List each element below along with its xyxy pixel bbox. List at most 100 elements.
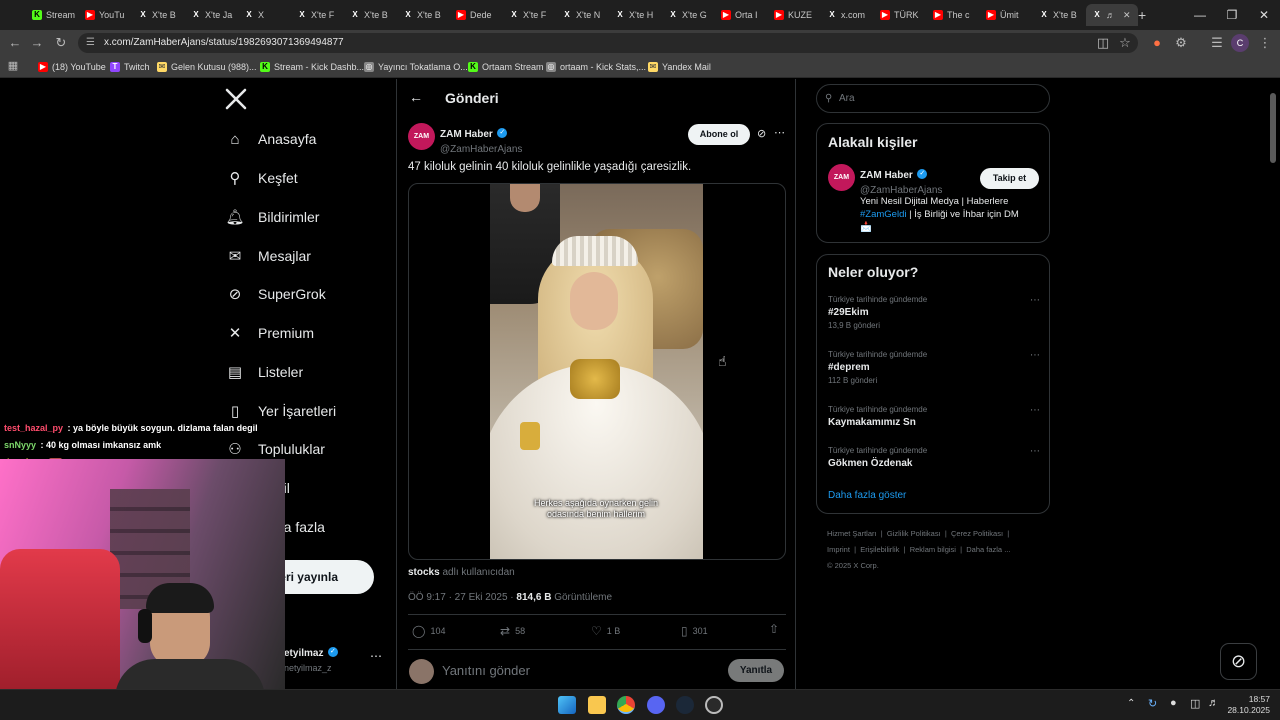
reply-button[interactable]: Yanıtla: [728, 659, 784, 682]
sidebar-item-anasayfa[interactable]: ⌂ Anasayfa: [226, 124, 316, 154]
account-more-icon[interactable]: ⋯: [370, 649, 382, 663]
close-tab-icon[interactable]: ✕: [1123, 10, 1131, 21]
share-icon[interactable]: ⇧: [769, 622, 779, 636]
footer-link[interactable]: Imprint: [827, 545, 850, 554]
browser-tab[interactable]: X X'te N: [556, 4, 608, 26]
sidebar-item-premium[interactable]: ✕ Premium: [226, 318, 314, 348]
discord-icon[interactable]: [647, 696, 665, 714]
footer-link[interactable]: Erişilebilirlik: [860, 545, 899, 554]
sidebar-item-yer-i̇şaretleri[interactable]: ▯ Yer İşaretleri: [226, 396, 336, 426]
trend-more-icon[interactable]: ⋯: [1030, 350, 1040, 361]
footer-link[interactable]: Hizmet Şartları: [827, 529, 877, 538]
browser-tab[interactable]: XX: [238, 4, 290, 26]
browser-tab[interactable]: ▶ YouTu: [79, 4, 131, 26]
trend-item[interactable]: Türkiye tarihinde gündemde #deprem 112 B g…: [828, 350, 1040, 385]
close-window-icon[interactable]: ✕: [1248, 0, 1280, 30]
sidebar-item-keşfet[interactable]: ⚲ Keşfet: [226, 163, 298, 193]
browser-tab[interactable]: K Stream: [26, 4, 78, 26]
trend-item[interactable]: Türkiye tarihinde gündemde Gökmen Özdenak…: [828, 446, 1040, 469]
trend-more-icon[interactable]: ⋯: [1030, 295, 1040, 306]
steam-icon[interactable]: [676, 696, 694, 714]
like-action[interactable]: ♡ 1 B: [591, 624, 620, 638]
browser-tab[interactable]: X X'te Ja: [185, 4, 237, 26]
post-video[interactable]: Herkes aşağıda oynarken gelin odasında b…: [408, 183, 786, 560]
browser-tab[interactable]: ▶ Ümit: [980, 4, 1032, 26]
sidebar-item-bildirimler[interactable]: 🔔︎ Bildirimler: [225, 202, 319, 232]
sidebar-item-listeler[interactable]: ▤ Listeler: [226, 357, 303, 387]
bookmark-action[interactable]: ▯ 301: [681, 624, 708, 638]
sidebar-item-supergrok[interactable]: ⊘ SuperGrok: [226, 279, 326, 309]
bookmark-item[interactable]: T Twitch: [110, 59, 150, 74]
extensions-icon[interactable]: ⚙: [1172, 34, 1190, 52]
minimize-icon[interactable]: —: [1184, 0, 1216, 30]
reading-list-icon[interactable]: ☰: [1208, 34, 1226, 52]
trend-item[interactable]: Türkiye tarihinde gündemde Kaymakamımız S…: [828, 405, 1040, 428]
reload-icon[interactable]: ↻: [52, 34, 70, 52]
address-bar[interactable]: ☰ x.com/ZamHaberAjans/status/19826930713…: [78, 33, 1138, 53]
back-icon[interactable]: ←: [6, 34, 24, 52]
post-timestamp[interactable]: ÖÖ 9:17 · 27 Eki 2025 ·: [408, 592, 514, 603]
bookmark-item[interactable]: ✉ Yandex Mail: [648, 59, 711, 74]
follow-button[interactable]: Takip et: [980, 168, 1039, 189]
bookmark-item[interactable]: ◎ Yayıncı Tokatlama O...: [364, 59, 468, 74]
bio-hashtag[interactable]: #ZamGeldi: [860, 209, 906, 220]
author-name[interactable]: ZAM Haber: [440, 129, 493, 140]
browser-tab[interactable]: ▶ TÜRK: [874, 4, 926, 26]
file-explorer-icon[interactable]: [588, 696, 606, 714]
browser-tab[interactable]: ▶ Orta I: [715, 4, 767, 26]
volume-icon[interactable]: ♬: [1208, 697, 1219, 709]
browser-tab[interactable]: X X'te B: [344, 4, 396, 26]
page-scrollbar[interactable]: [1270, 93, 1276, 163]
browser-tab[interactable]: ▶ The c: [927, 4, 979, 26]
new-tab-button[interactable]: +: [1138, 7, 1146, 23]
browser-tab[interactable]: Xx.com: [821, 4, 873, 26]
browser-tab[interactable]: X X'te G: [662, 4, 714, 26]
related-avatar[interactable]: ZAM: [828, 164, 855, 191]
grok-float-button[interactable]: ⊘: [1220, 643, 1257, 680]
account-switcher[interactable]: etyilmaz ✓ netyilmaz_z ⋯: [284, 643, 384, 673]
browser-tab[interactable]: X X'te F: [503, 4, 555, 26]
browser-tab-active[interactable]: X ♬ ✕: [1086, 4, 1138, 26]
browser-tab[interactable]: X X'te B: [132, 4, 184, 26]
related-name[interactable]: ZAM Haber: [860, 170, 913, 181]
audio-icon[interactable]: ♬: [1106, 10, 1115, 20]
browser-tab[interactable]: X X'te F: [291, 4, 343, 26]
search-input[interactable]: ⚲ Ara: [816, 84, 1050, 113]
x-logo-icon[interactable]: [224, 87, 248, 111]
reply-input[interactable]: Yanıtını gönder: [442, 663, 530, 678]
repost-action[interactable]: ⇄ 58: [500, 624, 525, 638]
sidebar-item-mesajlar[interactable]: ✉ Mesajlar: [226, 241, 311, 271]
footer-link[interactable]: Reklam bilgisi: [910, 545, 956, 554]
microphone-icon[interactable]: ●: [1170, 697, 1177, 709]
trend-more-icon[interactable]: ⋯: [1030, 446, 1040, 457]
bookmark-item[interactable]: ▶ (18) YouTube: [38, 59, 106, 74]
menu-kebab-icon[interactable]: ⋮: [1256, 34, 1274, 52]
bookmark-item[interactable]: ◎ ortaam - Kick Stats,...: [546, 59, 646, 74]
chrome-icon[interactable]: [617, 696, 635, 714]
obs-icon[interactable]: [705, 696, 723, 714]
grok-icon[interactable]: ⊘: [757, 127, 766, 140]
bookmark-item[interactable]: K Ortaam Stream: [468, 59, 544, 74]
post-more-icon[interactable]: ⋯: [774, 126, 785, 139]
tray-sync-icon[interactable]: ↻: [1148, 697, 1157, 710]
trend-more-icon[interactable]: ⋯: [1030, 405, 1040, 416]
trend-item[interactable]: Türkiye tarihinde gündemde #29Ekim 13,9 B …: [828, 295, 1040, 330]
browser-tab[interactable]: X X'te B: [397, 4, 449, 26]
apps-grid-icon[interactable]: ▦: [4, 57, 22, 75]
footer-link[interactable]: Çerez Politikası: [951, 529, 1003, 538]
show-more-link[interactable]: Daha fazla göster: [828, 490, 906, 501]
author-handle[interactable]: @ZamHaberAjans: [440, 144, 522, 155]
back-arrow-icon[interactable]: ←: [409, 89, 423, 105]
browser-tab[interactable]: ▶ KUZE: [768, 4, 820, 26]
extension-fox-icon[interactable]: ●: [1148, 34, 1166, 52]
author-avatar[interactable]: ZAM: [408, 123, 435, 150]
site-info-icon[interactable]: ☰: [86, 33, 95, 53]
clock[interactable]: 18:57 28.10.2025: [1226, 694, 1270, 716]
tray-chevron-icon[interactable]: ⌃: [1127, 698, 1135, 709]
bookmark-star-icon[interactable]: ☆: [1116, 34, 1134, 52]
browser-tab[interactable]: ▶ Dede: [450, 4, 502, 26]
bookmark-item[interactable]: K Stream - Kick Dashb...: [260, 59, 364, 74]
browser-tab[interactable]: X X'te B: [1033, 4, 1085, 26]
profile-avatar-icon[interactable]: C: [1231, 34, 1249, 52]
browser-tab[interactable]: X X'te H: [609, 4, 661, 26]
